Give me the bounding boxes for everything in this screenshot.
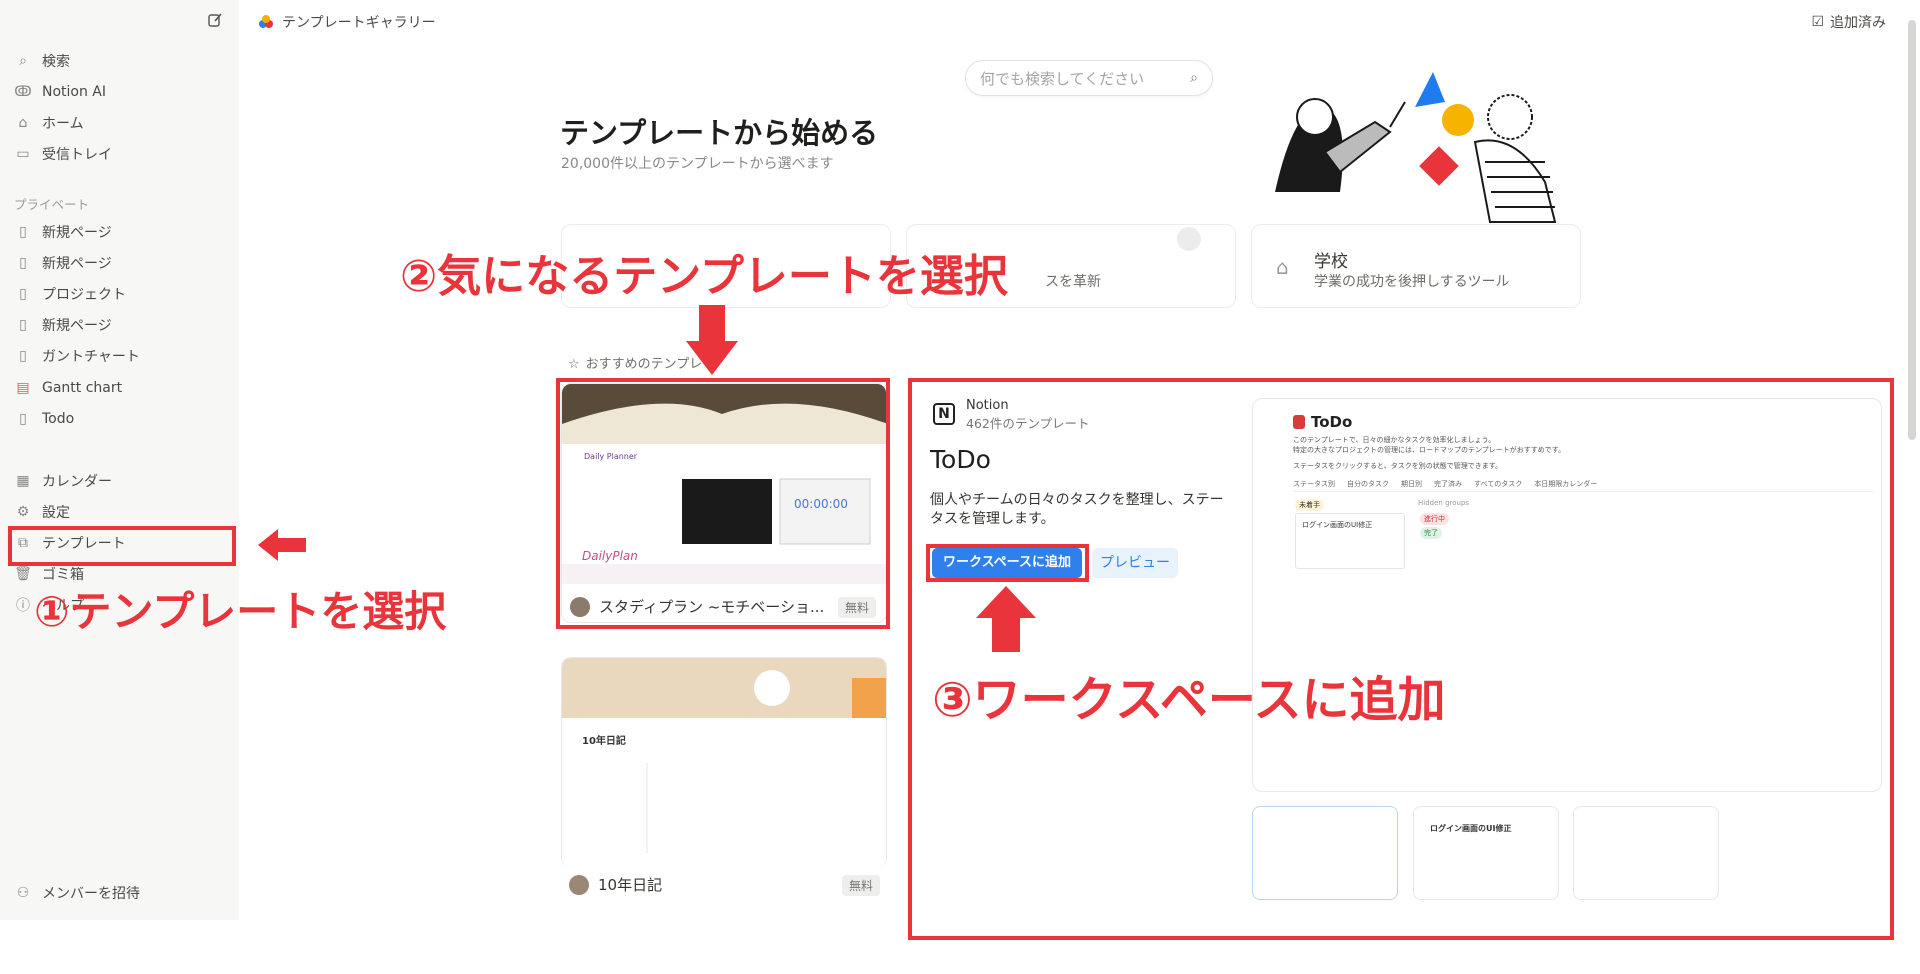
sidebar: ⌕ 検索 ↂ Notion AI ⌂ ホーム ▭ 受信トレイ プライベート ▯ … [0, 0, 239, 920]
scrollbar-thumb[interactable] [1908, 20, 1916, 440]
category-desc: 学業の成功を後押しするツール [1314, 274, 1510, 290]
star-icon: ☆ [568, 357, 580, 372]
recommended-label-text: おすすめのテンプレ [585, 357, 703, 372]
annotation-box-preview-panel [908, 378, 1894, 940]
category-desc: スを革新 [1045, 274, 1101, 290]
annotation-step2: ②気になるテンプレートを選択 [400, 251, 1008, 302]
category-card-school[interactable]: ⌂ 学校 学業の成功を後押しするツール [1251, 224, 1581, 308]
private-section-label: プライベート [14, 197, 90, 212]
template-card-name: 10年日記 [598, 876, 663, 894]
sidebar-item-label: 新規ページ [42, 256, 112, 272]
calendar-icon: ▦ [16, 473, 30, 489]
sidebar-page-item[interactable]: ▯ 新規ページ [14, 219, 229, 245]
template-card-caption: 10年日記 [569, 874, 662, 895]
calendar-page-icon: ▤ [16, 380, 30, 396]
hero-illustration [1255, 62, 1575, 232]
avatar [569, 874, 589, 895]
template-search-input[interactable]: 何でも検索してください ⌕ [965, 60, 1213, 96]
sidebar-item-calendar[interactable]: ▦ カレンダー [14, 468, 229, 494]
annotation-box-templates [8, 526, 236, 566]
template-gallery-icon [258, 14, 274, 30]
notion-ai-icon: ↂ [14, 84, 32, 100]
sidebar-item-label: Gantt chart [42, 380, 123, 396]
annotation-arrow-down [686, 305, 738, 375]
home-icon: ⌂ [18, 115, 28, 131]
school-icon: ⌂ [1276, 255, 1289, 279]
sidebar-item-label: 新規ページ [42, 318, 112, 334]
sidebar-item-label: 受信トレイ [42, 147, 112, 163]
page-icon: ▯ [19, 224, 27, 240]
sidebar-page-item[interactable]: ▤ Gantt chart [14, 375, 229, 401]
new-page-icon[interactable] [205, 12, 225, 32]
page-icon: ▯ [19, 286, 27, 302]
breadcrumb[interactable]: テンプレートギャラリー [258, 12, 436, 32]
sidebar-item-notion-ai[interactable]: ↂ Notion AI [14, 79, 229, 105]
annotation-step1: ①テンプレートを選択 [34, 587, 447, 636]
sidebar-item-label: プロジェクト [42, 287, 126, 303]
page-icon: ▯ [19, 255, 27, 271]
added-label: 追加済み [1830, 15, 1886, 31]
sidebar-item-label: ガントチャート [42, 349, 140, 365]
sidebar-item-label: ホーム [42, 116, 84, 132]
thumb-diary-title: 10年日記 [582, 736, 626, 747]
sidebar-item-home[interactable]: ⌂ ホーム [14, 110, 229, 136]
page-title: テンプレートから始める [560, 116, 879, 150]
added-templates-button[interactable]: ☑ 追加済み [1811, 12, 1886, 32]
annotation-step3: ③ワークスペースに追加 [932, 672, 1446, 728]
sidebar-item-inbox[interactable]: ▭ 受信トレイ [14, 141, 229, 167]
sidebar-item-label: 新規ページ [42, 225, 112, 241]
page-icon: ▯ [19, 411, 27, 427]
breadcrumb-label: テンプレートギャラリー [282, 15, 436, 31]
sidebar-item-label: カレンダー [42, 474, 112, 490]
page-icon: ▯ [19, 348, 27, 364]
sidebar-page-item[interactable]: ▯ 新規ページ [14, 250, 229, 276]
annotation-box-add-button [926, 544, 1089, 582]
inbox-icon: ▭ [16, 146, 30, 162]
page-subtitle: 20,000件以上のテンプレートから選べます [561, 156, 834, 172]
search-icon: ⌕ [19, 53, 27, 69]
sidebar-page-item[interactable]: ▯ ガントチャート [14, 343, 229, 369]
sidebar-item-label: メンバーを招待 [42, 886, 140, 902]
category-title: 学校 [1314, 252, 1348, 272]
sidebar-item-label: 設定 [42, 505, 70, 521]
sidebar-page-item[interactable]: ▯ Todo [14, 406, 229, 432]
trash-icon: 🗑 [14, 566, 32, 582]
search-icon: ⌕ [1190, 70, 1198, 86]
template-thumbnail: 10年日記 [562, 658, 886, 863]
decor-dot [1177, 227, 1201, 251]
page-scrollbar[interactable] [1908, 20, 1916, 900]
sidebar-page-item[interactable]: ▯ 新規ページ [14, 312, 229, 338]
help-icon: ⓘ [16, 598, 30, 614]
template-card-10-year-diary[interactable]: 10年日記 [561, 657, 887, 867]
annotation-arrow-up [976, 586, 1036, 652]
gear-icon: ⚙ [16, 504, 30, 520]
sidebar-item-label: Notion AI [42, 84, 107, 100]
annotation-arrow-left [258, 529, 306, 561]
add-user-icon: ⚇ [16, 885, 30, 901]
sidebar-item-label: Todo [42, 411, 75, 427]
sidebar-item-label: 検索 [42, 54, 70, 70]
free-badge: 無料 [842, 875, 881, 896]
invite-members-button[interactable]: ⚇ メンバーを招待 [14, 880, 229, 906]
search-placeholder: 何でも検索してください [980, 69, 1145, 88]
sidebar-item-search[interactable]: ⌕ 検索 [14, 48, 229, 74]
page-icon: ▯ [19, 317, 27, 333]
check-box-icon: ☑ [1811, 14, 1824, 30]
sidebar-item-settings[interactable]: ⚙ 設定 [14, 499, 229, 525]
annotation-box-template-card [556, 378, 890, 629]
sidebar-page-item[interactable]: ▯ プロジェクト [14, 281, 229, 307]
recommended-section-label: ☆ おすすめのテンプレ [568, 353, 702, 372]
